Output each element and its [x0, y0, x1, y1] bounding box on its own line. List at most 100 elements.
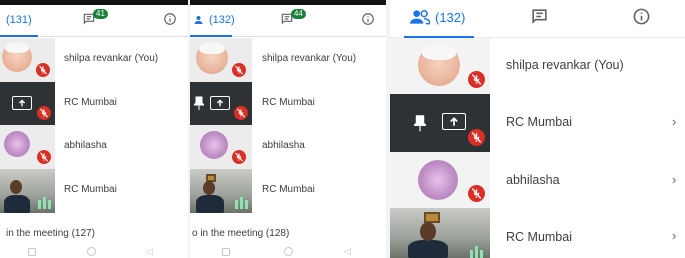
- avatar: [190, 169, 252, 213]
- participant-row[interactable]: shilpa revankar (You): [190, 38, 386, 82]
- android-nav-bar: ◁: [0, 246, 190, 258]
- tab-participants[interactable]: (132): [410, 9, 465, 25]
- participant-name: shilpa revankar (You): [506, 58, 624, 72]
- participant-name: abhilasha: [262, 140, 305, 151]
- tab-bar: (132) 44: [190, 5, 386, 37]
- tab-bar: (132): [390, 0, 685, 38]
- participant-row[interactable]: abhilasha ›: [390, 152, 685, 208]
- participant-head: [10, 180, 22, 194]
- avatar: [390, 152, 490, 208]
- people-icon: [410, 10, 430, 25]
- mic-off-icon: [468, 71, 485, 88]
- participant-name: RC Mumbai: [506, 115, 572, 129]
- participant-row[interactable]: RC Mumbai: [190, 169, 386, 213]
- mic-off-icon: [232, 63, 246, 77]
- participant-row[interactable]: RC Mumbai: [0, 169, 190, 213]
- mic-off-icon: [37, 150, 51, 164]
- audio-level-icon: [38, 197, 51, 209]
- recents-icon[interactable]: [222, 248, 230, 256]
- pin-icon: [194, 96, 204, 110]
- participant-name: RC Mumbai: [64, 97, 117, 108]
- people-icon: [194, 16, 203, 24]
- participant-row[interactable]: abhilasha: [190, 125, 386, 169]
- participant-name: abhilasha: [506, 173, 560, 187]
- chat-badge: 41: [93, 9, 108, 19]
- participant-row[interactable]: abhilasha: [0, 125, 190, 169]
- participants-tab-label: (131): [6, 14, 32, 26]
- participant-row[interactable]: RC Mumbai: [0, 82, 190, 125]
- girl-photo: [200, 131, 228, 159]
- avatar: [390, 208, 490, 258]
- mic-off-icon: [234, 106, 248, 120]
- tab-info[interactable]: [361, 12, 375, 26]
- info-icon: [362, 13, 374, 25]
- chevron-right-icon[interactable]: ›: [672, 172, 676, 187]
- participant-name: RC Mumbai: [262, 184, 315, 195]
- present-to-all-icon: [210, 96, 230, 110]
- participant-row[interactable]: RC Mumbai ›: [390, 94, 685, 152]
- meeting-panel-2: (132) 44 shilpa revankar (You) RC Mumbai…: [190, 0, 386, 258]
- avatar: [190, 125, 252, 169]
- section-header: in the meeting (127): [6, 228, 95, 239]
- tab-bar: (131) 41: [0, 5, 190, 37]
- participant-name: abhilasha: [64, 140, 107, 151]
- home-icon[interactable]: [87, 247, 96, 256]
- audio-level-icon: [470, 246, 483, 258]
- mic-off-icon: [468, 129, 485, 146]
- tab-chat[interactable]: [530, 7, 549, 26]
- tab-info[interactable]: [632, 7, 651, 26]
- avatar: [0, 82, 55, 125]
- avatar: [0, 125, 55, 169]
- avatar: [0, 38, 55, 82]
- home-icon[interactable]: [284, 247, 293, 256]
- chevron-right-icon[interactable]: ›: [672, 228, 676, 243]
- participant-name: RC Mumbai: [64, 184, 117, 195]
- participant-row[interactable]: RC Mumbai ›: [390, 208, 685, 258]
- active-tab-indicator: [0, 35, 38, 37]
- participant-head: [203, 181, 215, 195]
- tab-participants[interactable]: (132): [194, 14, 235, 26]
- girl-photo: [4, 131, 30, 157]
- baby-photo: [196, 42, 228, 74]
- android-nav-bar: ◁: [190, 246, 386, 258]
- chevron-right-icon[interactable]: ›: [672, 114, 676, 129]
- avatar: [390, 38, 490, 94]
- participants-tab-label: (132): [435, 9, 466, 25]
- present-to-all-icon: [12, 96, 32, 110]
- avatar: [390, 94, 490, 152]
- participant-row[interactable]: RC Mumbai: [190, 82, 386, 125]
- meeting-panel-3: (132) shilpa revankar (You) RC Mumbai › …: [390, 0, 685, 258]
- participant-row[interactable]: shilpa revankar (You): [390, 38, 685, 94]
- baby-photo: [2, 42, 32, 72]
- chat-badge: 44: [291, 9, 306, 19]
- recents-icon[interactable]: [28, 248, 36, 256]
- back-icon[interactable]: ◁: [344, 246, 351, 257]
- info-icon: [164, 13, 176, 25]
- back-icon[interactable]: ◁: [146, 246, 153, 257]
- active-tab-indicator: [190, 35, 232, 37]
- avatar: [190, 38, 252, 82]
- participant-name: shilpa revankar (You): [262, 53, 357, 64]
- info-icon: [633, 8, 650, 25]
- participant-name: RC Mumbai: [262, 97, 315, 108]
- avatar: [190, 82, 252, 125]
- camera-video: [196, 195, 224, 213]
- participants-tab-label: (132): [209, 14, 235, 26]
- tab-participants[interactable]: (131): [6, 14, 32, 26]
- camera-video: [4, 195, 30, 213]
- pin-icon: [414, 115, 426, 132]
- camera-video: [408, 240, 448, 258]
- participant-head: [420, 222, 436, 241]
- tab-info[interactable]: [163, 12, 177, 26]
- mic-off-icon: [37, 106, 51, 120]
- present-to-all-icon: [442, 113, 466, 130]
- mic-off-icon: [232, 150, 246, 164]
- girl-photo: [418, 160, 458, 200]
- participant-name: RC Mumbai: [506, 230, 572, 244]
- mic-off-icon: [36, 63, 50, 77]
- participant-row[interactable]: shilpa revankar (You): [0, 38, 190, 82]
- baby-photo: [418, 44, 460, 86]
- participant-name: shilpa revankar (You): [64, 53, 159, 64]
- section-header: o in the meeting (128): [192, 228, 290, 239]
- meeting-panel-1: (131) 41 shilpa revankar (You) RC Mumbai…: [0, 0, 190, 258]
